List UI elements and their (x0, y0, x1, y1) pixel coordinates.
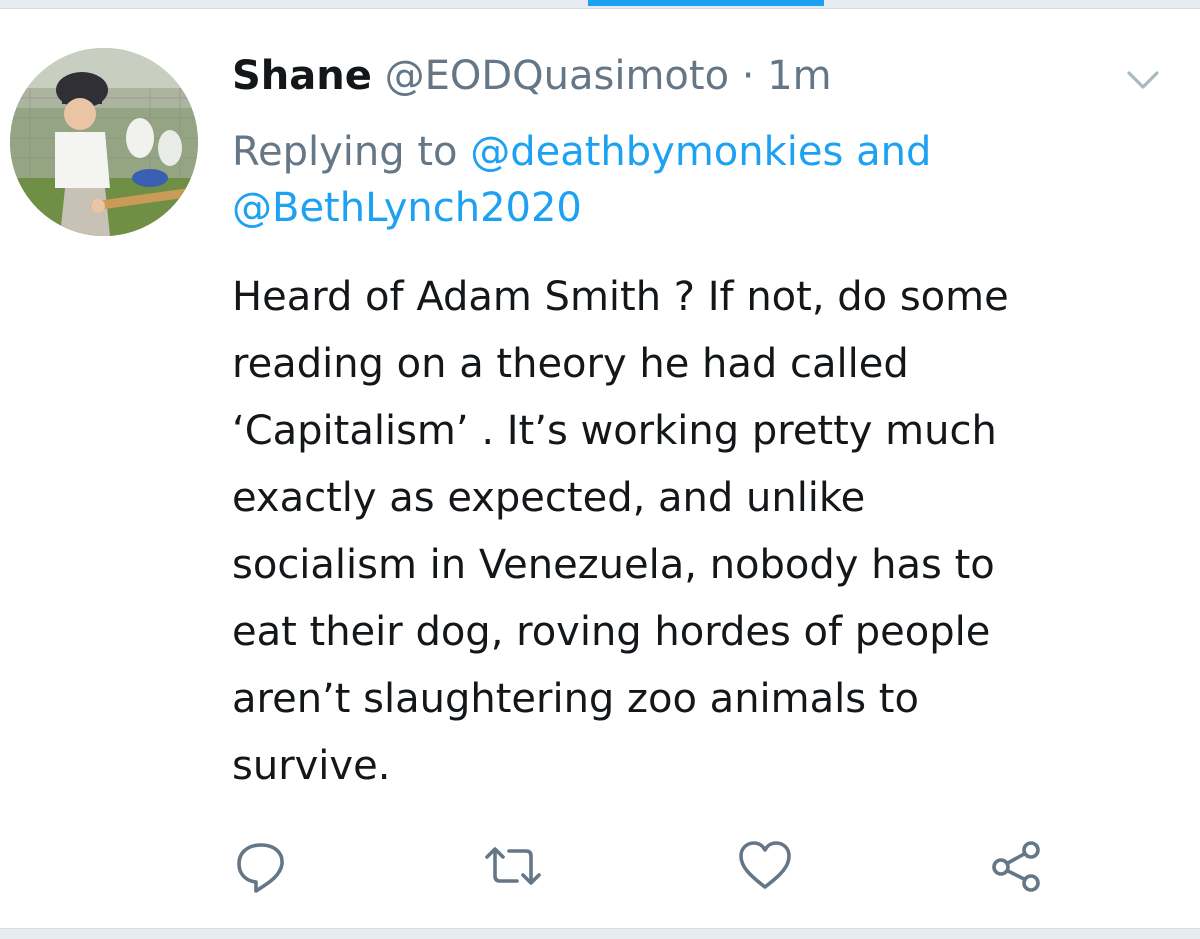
heart-icon (739, 841, 791, 889)
tweet-timestamp[interactable]: 1m (767, 53, 831, 99)
tweet-text-line: survive. (232, 743, 391, 789)
retweet-button[interactable] (485, 838, 541, 894)
display-name[interactable]: Shane (232, 53, 372, 99)
tweet-text-line: exactly as expected, and unlike (232, 475, 866, 521)
tweet-text-line: socialism in Venezuela, nobody has to (232, 542, 995, 588)
tweet-text-line: eat their dog, roving hordes of people (232, 609, 991, 655)
chevron-down-icon (1127, 71, 1159, 89)
tweet-text-line: reading on a theory he had called (232, 341, 909, 387)
tweet-text: Heard of Adam Smith ? If not, do some re… (232, 264, 1132, 800)
share-nodes-icon (992, 841, 1040, 892)
tweet-text-line: ‘Capitalism’ . It’s working pretty much (232, 408, 997, 454)
avatar-photo (10, 48, 198, 236)
user-handle[interactable]: @EODQuasimoto (385, 53, 729, 99)
replying-to-label: Replying to (232, 129, 458, 175)
tweet-options-button[interactable] (1126, 68, 1160, 92)
avatar[interactable] (10, 48, 198, 236)
tweet-header: Shane @EODQuasimoto · 1m (232, 48, 832, 104)
mention-link[interactable]: @BethLynch2020 (232, 185, 582, 231)
mention-connector[interactable]: and (856, 129, 931, 175)
like-button[interactable] (737, 838, 793, 894)
separator-dot: · (741, 53, 755, 99)
retweet-arrows-icon (485, 847, 541, 885)
active-tab-indicator (588, 0, 824, 6)
tweet-text-line: aren’t slaughtering zoo animals to (232, 676, 919, 722)
tweet-divider (0, 928, 1200, 939)
tweet-text-line: Heard of Adam Smith ? If not, do some (232, 274, 1009, 320)
reply-bubble-icon (237, 843, 284, 893)
mention-link[interactable]: @deathbymonkies (470, 129, 843, 175)
replying-to: Replying to @deathbymonkies and @BethLyn… (232, 124, 1112, 236)
share-button[interactable] (989, 838, 1045, 894)
reply-button[interactable] (233, 838, 289, 894)
